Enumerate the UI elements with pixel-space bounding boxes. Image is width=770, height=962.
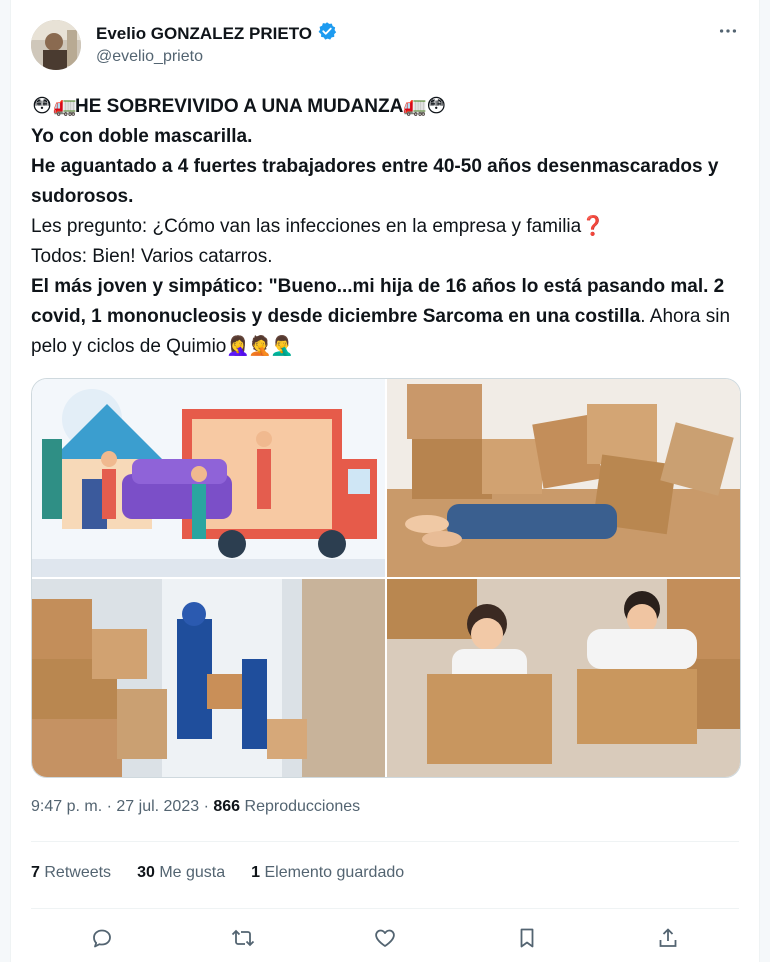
meta-separator: · — [203, 798, 209, 815]
verified-badge-icon — [317, 21, 337, 46]
views-label: Reproducciones — [244, 798, 361, 815]
views-count: 866 — [213, 798, 241, 815]
truck-icon: 🚛 — [53, 96, 77, 117]
truck-icon: 🚛 — [403, 96, 427, 117]
tweet-line-6-bold: El más joven y simpático: "Bueno...mi hi… — [31, 276, 725, 327]
author-name[interactable]: Evelio GONZALEZ PRIETO — [96, 24, 312, 44]
divider — [31, 841, 739, 842]
likes-count: 30 — [137, 864, 155, 881]
media-image-man-under-boxes[interactable] — [387, 379, 740, 577]
bookmarks-stat[interactable]: 1 Elemento guardado — [251, 864, 404, 882]
tweet-date[interactable]: 27 jul. 2023 — [116, 798, 199, 815]
meta-separator: · — [106, 798, 112, 815]
share-icon[interactable] — [652, 922, 684, 954]
media-grid — [31, 378, 741, 778]
engagement-stats: 7 Retweets 30 Me gusta 1 Elemento guarda… — [31, 864, 404, 882]
divider — [31, 908, 739, 909]
media-image-mover-loading-van[interactable] — [32, 579, 385, 777]
author-handle[interactable]: @evelio_prieto — [96, 48, 203, 66]
tweet-line-5: Todos: Bien! Varios catarros. — [31, 246, 273, 267]
tweet-time[interactable]: 9:47 p. m. — [31, 798, 102, 815]
tweet-line-3: He aguantado a 4 fuertes trabajadores en… — [31, 156, 719, 207]
retweets-label: Retweets — [44, 864, 112, 881]
bookmarks-label: Elemento guardado — [264, 864, 405, 881]
like-icon[interactable] — [369, 922, 401, 954]
retweets-count: 7 — [31, 864, 40, 881]
more-icon[interactable] — [717, 20, 739, 48]
bookmark-icon[interactable] — [511, 922, 543, 954]
facepalm-icon: 🤦‍♂️ — [270, 336, 295, 357]
media-image-stressed-couple[interactable] — [387, 579, 740, 777]
tweet-text: 😳🚛HE SOBREVIVIDO A UNA MUDANZA🚛😳 Yo con … — [31, 92, 741, 362]
avatar[interactable] — [31, 20, 81, 70]
tweet-line-2: Yo con doble mascarilla. — [31, 126, 253, 147]
media-image-movers-illustration[interactable] — [32, 379, 385, 577]
reply-icon[interactable] — [86, 922, 118, 954]
flushed-face-icon: 😳 — [426, 96, 447, 117]
tweet-card: Evelio GONZALEZ PRIETO @evelio_prieto 😳🚛… — [10, 0, 760, 962]
action-bar — [31, 922, 739, 954]
facepalm-icon: 🤦‍♀️ — [226, 336, 251, 357]
flushed-face-icon: 😳 — [32, 96, 52, 117]
retweet-icon[interactable] — [227, 922, 259, 954]
retweets-stat[interactable]: 7 Retweets — [31, 864, 111, 882]
facepalm-icon: 🤦 — [248, 336, 273, 357]
bookmarks-count: 1 — [251, 864, 261, 881]
question-mark-icon: ❓ — [581, 216, 605, 237]
tweet-meta: 9:47 p. m. · 27 jul. 2023 · 866 Reproduc… — [31, 798, 360, 816]
tweet-line-4: Les pregunto: ¿Cómo van las infecciones … — [31, 216, 582, 237]
likes-label: Me gusta — [159, 864, 226, 881]
tweet-line-1: HE SOBREVIVIDO A UNA MUDANZA — [75, 96, 404, 117]
likes-stat[interactable]: 30 Me gusta — [137, 864, 225, 882]
